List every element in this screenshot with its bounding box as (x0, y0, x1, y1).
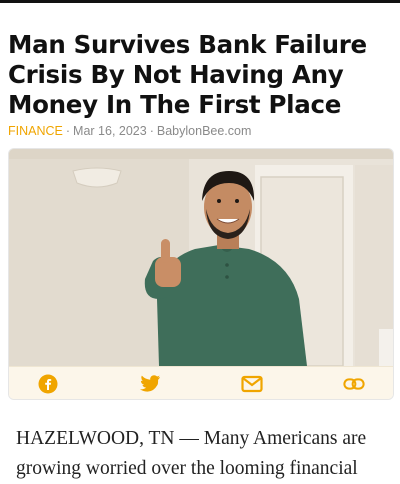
article-media-card (8, 148, 394, 400)
share-bar (9, 366, 393, 399)
article-photo (9, 149, 393, 366)
meta-separator: · (65, 124, 71, 138)
publish-date: Mar 16, 2023 (73, 124, 147, 138)
copy-link-button[interactable] (343, 373, 365, 395)
article-meta: FINANCE · Mar 16, 2023 · BabylonBee.com (8, 123, 251, 139)
category-link[interactable]: FINANCE (8, 124, 63, 138)
share-twitter-button[interactable] (139, 373, 161, 395)
top-divider (0, 0, 400, 3)
article-headline: Man Survives Bank Failure Crisis By Not … (8, 30, 367, 119)
article-body: HAZELWOOD, TN — Many Americans are growi… (16, 428, 367, 479)
email-icon (241, 375, 263, 393)
facebook-icon (38, 374, 58, 394)
meta-separator: · (149, 124, 154, 138)
share-email-button[interactable] (241, 373, 263, 395)
share-facebook-button[interactable] (37, 373, 59, 395)
twitter-icon (139, 375, 161, 392)
link-icon (343, 378, 365, 390)
source-name: BabylonBee.com (156, 124, 252, 138)
